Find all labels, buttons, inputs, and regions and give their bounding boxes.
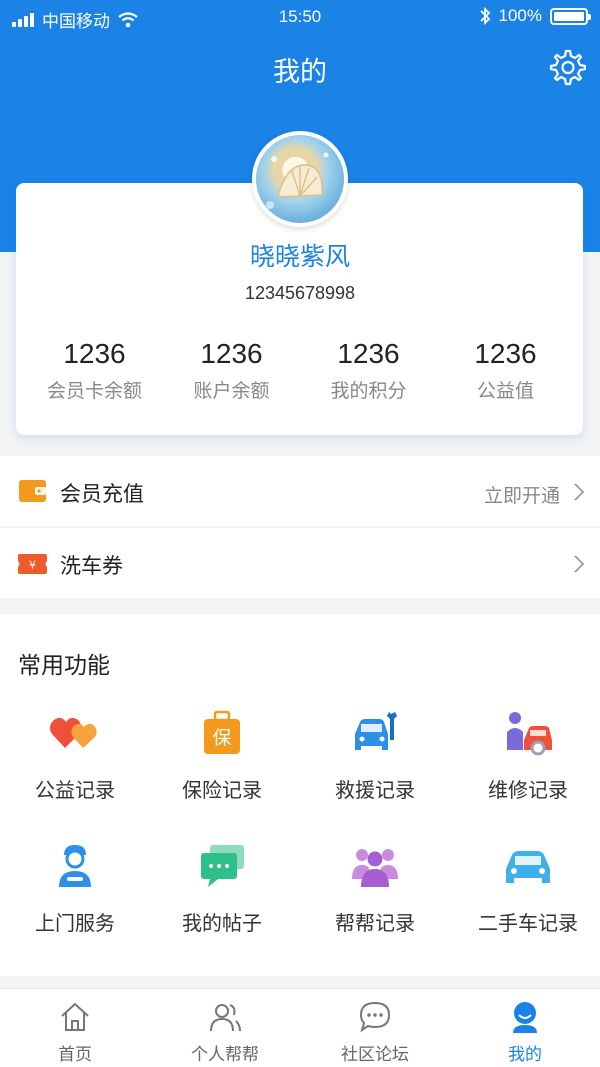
stat-label: 公益值 [476, 380, 534, 402]
wallet-icon [19, 480, 46, 502]
stat-value: 1236 [63, 338, 126, 369]
feature-my-posts[interactable]: 我的帖子 [147, 843, 297, 936]
member-recharge-row[interactable]: 会员充值 立即开通 [0, 456, 600, 526]
stat-value: 1236 [337, 338, 400, 369]
tab-label: 社区论坛 [341, 1045, 409, 1065]
username: 晓晓紫风 [249, 242, 350, 271]
tab-community-forum[interactable]: 社区论坛 [300, 989, 450, 1067]
tab-home[interactable]: 首页 [0, 989, 150, 1067]
stat-member-card-balance[interactable]: 1236 会员卡余额 [26, 338, 163, 403]
feature-charity-records[interactable]: 公益记录 [0, 710, 150, 803]
ticket-icon: ¥ [18, 554, 47, 574]
bottom-tab-bar: 首页 个人帮帮 社区论坛 我的 [0, 988, 600, 1067]
chat-icon [359, 1001, 391, 1033]
stat-points[interactable]: 1236 我的积分 [300, 338, 437, 403]
feature-label: 我的帖子 [182, 911, 262, 935]
chevron-right-icon [574, 555, 585, 573]
feature-label: 帮帮记录 [335, 911, 415, 935]
settings-gear-icon[interactable] [548, 48, 586, 86]
row-label: 洗车券 [60, 554, 123, 578]
status-right: 100% [479, 6, 591, 26]
common-features-section: 常用功能 公益记录 保 保险记录 救援记录 维修记录 上门服务 我的帖子 帮帮记… [0, 614, 600, 976]
svg-text:¥: ¥ [29, 559, 36, 572]
tab-label: 首页 [58, 1045, 92, 1065]
car-wrench-icon [355, 712, 397, 750]
people-icon [210, 1004, 241, 1032]
stat-value: 1236 [200, 338, 263, 369]
feature-label: 救援记录 [335, 778, 415, 802]
battery-percent: 100% [498, 6, 542, 25]
car-icon [506, 851, 550, 883]
feature-label: 公益记录 [35, 778, 115, 802]
stat-label: 账户余额 [193, 380, 270, 402]
open-now-link[interactable]: 立即开通 [484, 481, 560, 508]
tab-label: 个人帮帮 [191, 1045, 259, 1065]
feature-rescue-records[interactable]: 救援记录 [300, 710, 450, 803]
page-title: 我的 [273, 57, 327, 88]
feature-insurance-records[interactable]: 保 保险记录 [147, 710, 297, 803]
feature-repair-records[interactable]: 维修记录 [453, 710, 600, 803]
stats-row: 1236 会员卡余额 1236 账户余额 1236 我的积分 1236 公益值 [26, 338, 574, 403]
feature-label: 维修记录 [488, 778, 568, 802]
feature-used-car-records[interactable]: 二手车记录 [453, 843, 600, 936]
feature-label: 二手车记录 [478, 911, 578, 935]
chevron-right-icon [574, 483, 585, 501]
stat-label: 会员卡余额 [46, 380, 142, 402]
hearts-icon [49, 717, 97, 748]
avatar[interactable] [252, 131, 348, 227]
stat-account-balance[interactable]: 1236 账户余额 [163, 338, 300, 403]
phone-number: 12345678998 [244, 283, 356, 303]
section-title: 常用功能 [18, 653, 110, 679]
feature-home-service[interactable]: 上门服务 [0, 843, 150, 936]
seashell-picture [266, 152, 329, 209]
tab-mine[interactable]: 我的 [450, 989, 600, 1067]
car-wash-coupon-row[interactable]: ¥ 洗车券 [0, 528, 600, 598]
row-label: 会员充值 [60, 482, 144, 506]
chat-bubbles-icon [201, 845, 244, 887]
tab-label: 我的 [508, 1045, 542, 1065]
profile-icon [513, 1002, 537, 1033]
feature-label: 保险记录 [182, 778, 262, 802]
status-bar: 中国移动 15:50 100% [0, 0, 600, 34]
stat-label: 我的积分 [330, 380, 407, 402]
feature-help-records[interactable]: 帮帮记录 [300, 843, 450, 936]
insurance-bag-icon: 保 [204, 710, 240, 754]
home-icon [61, 1002, 89, 1031]
mechanic-car-icon [507, 712, 552, 756]
battery-icon [550, 7, 591, 25]
stat-value: 1236 [474, 338, 537, 369]
service-worker-icon [59, 845, 91, 887]
bluetooth-icon [479, 6, 490, 26]
svg-text:保: 保 [212, 727, 231, 749]
group-people-icon [352, 849, 398, 887]
feature-label: 上门服务 [35, 911, 115, 935]
tab-personal-help[interactable]: 个人帮帮 [150, 989, 300, 1067]
stat-charity-value[interactable]: 1236 公益值 [437, 338, 574, 403]
